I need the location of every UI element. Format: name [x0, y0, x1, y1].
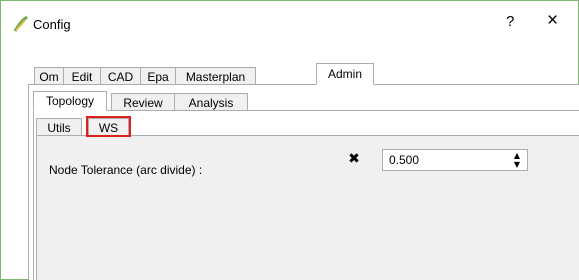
config-dialog: Config ? × Om Edit CAD Epa Masterplan Ad… — [0, 0, 579, 280]
tab-analysis[interactable]: Analysis — [174, 93, 248, 111]
tab-review[interactable]: Review — [111, 93, 175, 111]
tab-ws[interactable]: WS — [88, 118, 129, 136]
close-button[interactable]: × — [547, 10, 558, 32]
node-tolerance-value[interactable]: 0.500 — [389, 153, 419, 167]
node-tolerance-checkbox[interactable]: ✖ — [347, 152, 361, 166]
tab-masterplan[interactable]: Masterplan — [175, 67, 256, 85]
tab-cad[interactable]: CAD — [100, 67, 141, 85]
spin-up-icon[interactable]: ▲ — [508, 151, 526, 160]
node-tolerance-spinbox[interactable]: 0.500 ▲ ▼ — [382, 149, 528, 171]
spin-down-icon[interactable]: ▼ — [508, 160, 526, 169]
tab-admin[interactable]: Admin — [316, 63, 374, 85]
window-title: Config — [33, 17, 71, 32]
tab-topology[interactable]: Topology — [33, 91, 107, 111]
tab-utils[interactable]: Utils — [36, 118, 82, 136]
node-tolerance-label: Node Tolerance (arc divide) : — [49, 163, 203, 177]
tab-om[interactable]: Om — [34, 67, 64, 85]
tab-epa[interactable]: Epa — [140, 67, 176, 85]
help-button[interactable]: ? — [506, 13, 514, 30]
tab-edit[interactable]: Edit — [63, 67, 101, 85]
qgis-icon — [13, 15, 29, 33]
title-bar: Config ? × — [1, 1, 578, 51]
